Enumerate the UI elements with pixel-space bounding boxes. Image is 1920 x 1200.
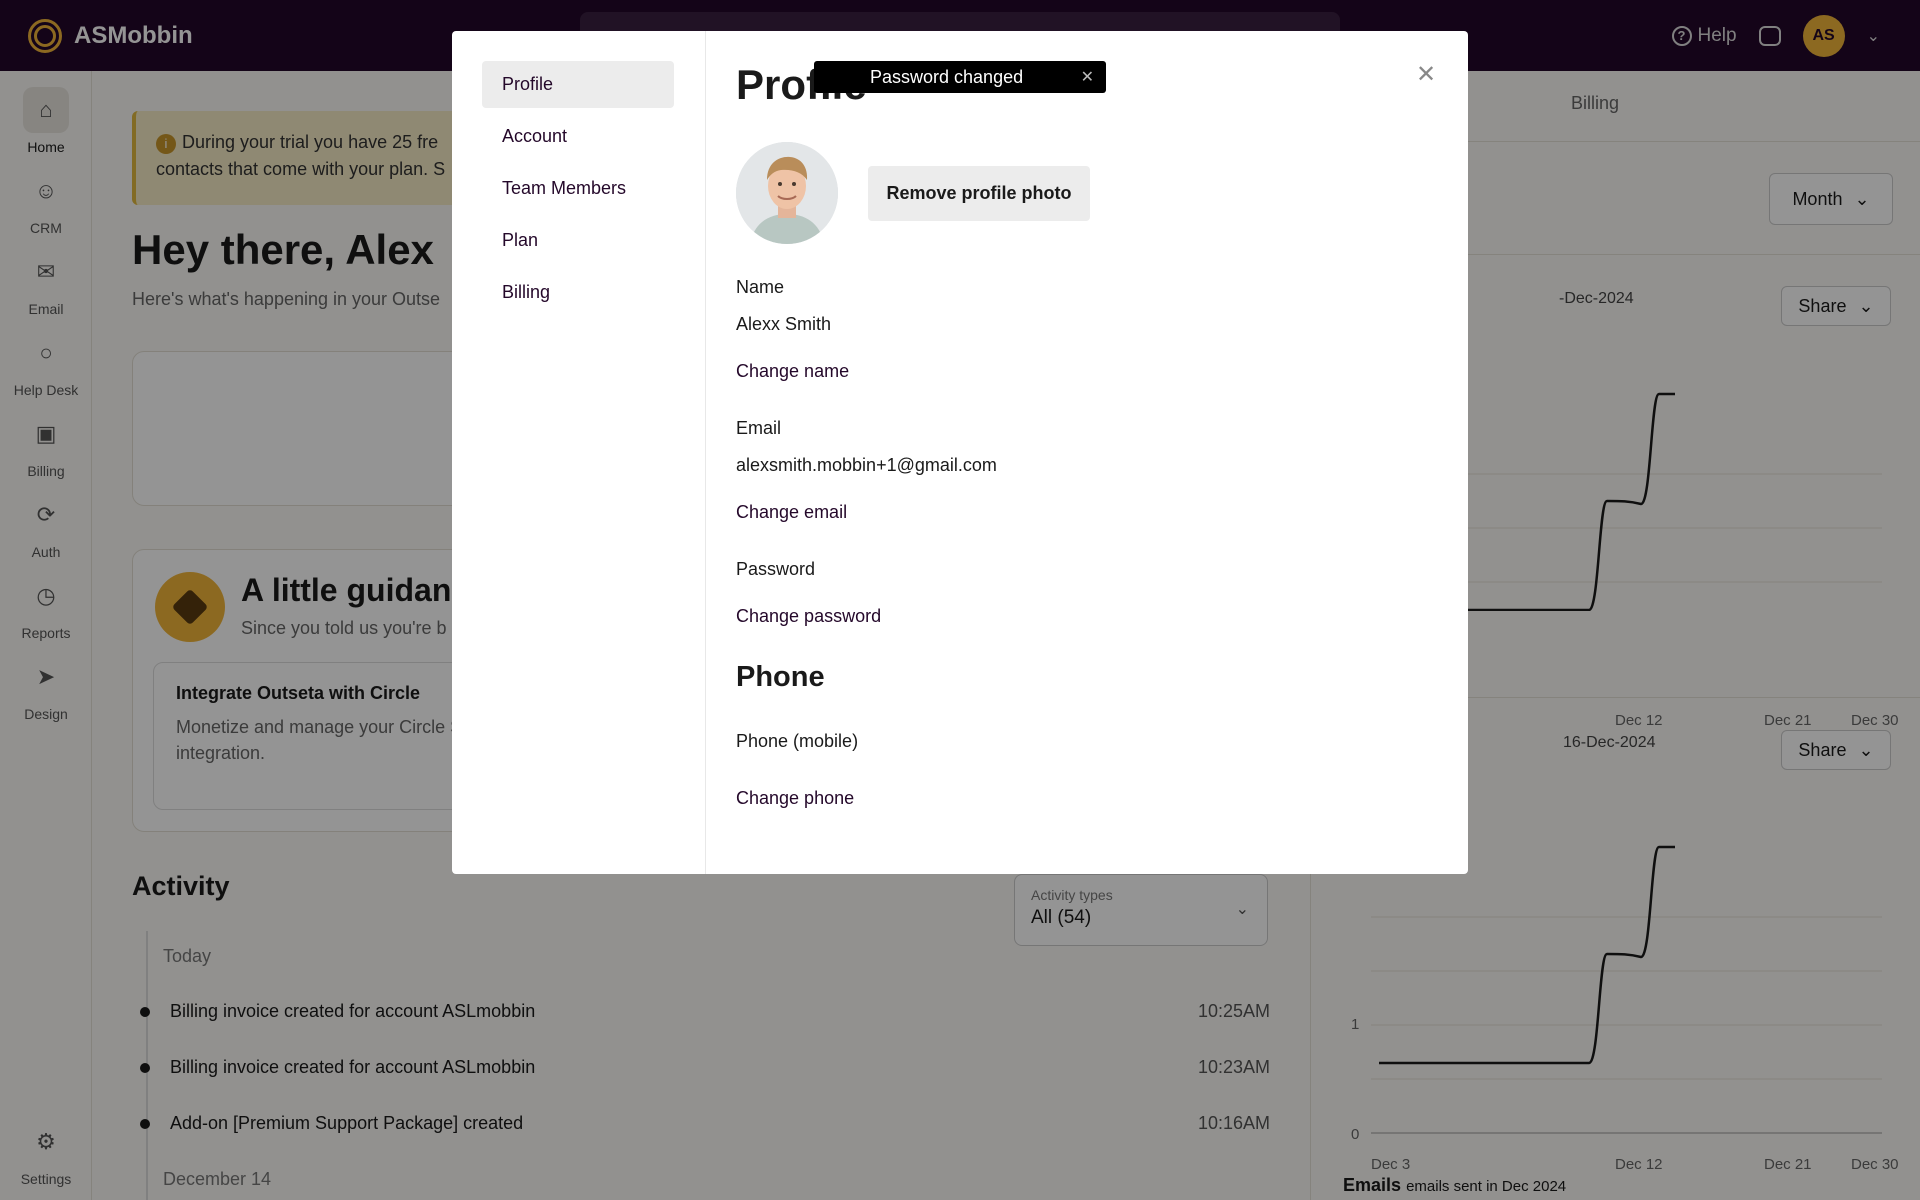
close-icon[interactable]: ✕ xyxy=(1413,61,1439,88)
name-value: Alexx Smith xyxy=(736,314,832,334)
profile-form: Profile Remove profile photo Name Alexx … xyxy=(736,31,1416,874)
modal-sidebar: Profile Account Team Members Plan Billin… xyxy=(452,31,706,874)
profile-modal: Profile Account Team Members Plan Billin… xyxy=(452,31,1468,874)
toast-notification: Password changed ✕ xyxy=(814,61,1106,93)
remove-profile-photo-button[interactable]: Remove profile photo xyxy=(868,166,1090,221)
password-label: Password xyxy=(736,559,816,579)
modal-nav-profile[interactable]: Profile xyxy=(482,61,674,108)
change-name-link[interactable]: Change name xyxy=(736,361,849,382)
profile-photo xyxy=(736,142,838,244)
modal-nav-account[interactable]: Account xyxy=(482,113,674,160)
modal-nav-billing[interactable]: Billing xyxy=(482,269,674,316)
toast-message: Password changed xyxy=(870,66,1024,87)
email-value: alexsmith.mobbin+1@gmail.com xyxy=(736,455,997,475)
name-label: Name xyxy=(736,277,785,297)
phone-section-heading: Phone xyxy=(736,661,825,693)
change-phone-link[interactable]: Change phone xyxy=(736,788,854,809)
modal-nav-team-members[interactable]: Team Members xyxy=(482,165,674,212)
email-label: Email xyxy=(736,418,782,438)
change-email-link[interactable]: Change email xyxy=(736,502,847,523)
change-password-link[interactable]: Change password xyxy=(736,606,881,627)
modal-nav-plan[interactable]: Plan xyxy=(482,217,674,264)
phone-label: Phone (mobile) xyxy=(736,731,859,751)
close-icon[interactable]: ✕ xyxy=(1081,67,1094,87)
profile-photo-portrait xyxy=(736,142,838,244)
